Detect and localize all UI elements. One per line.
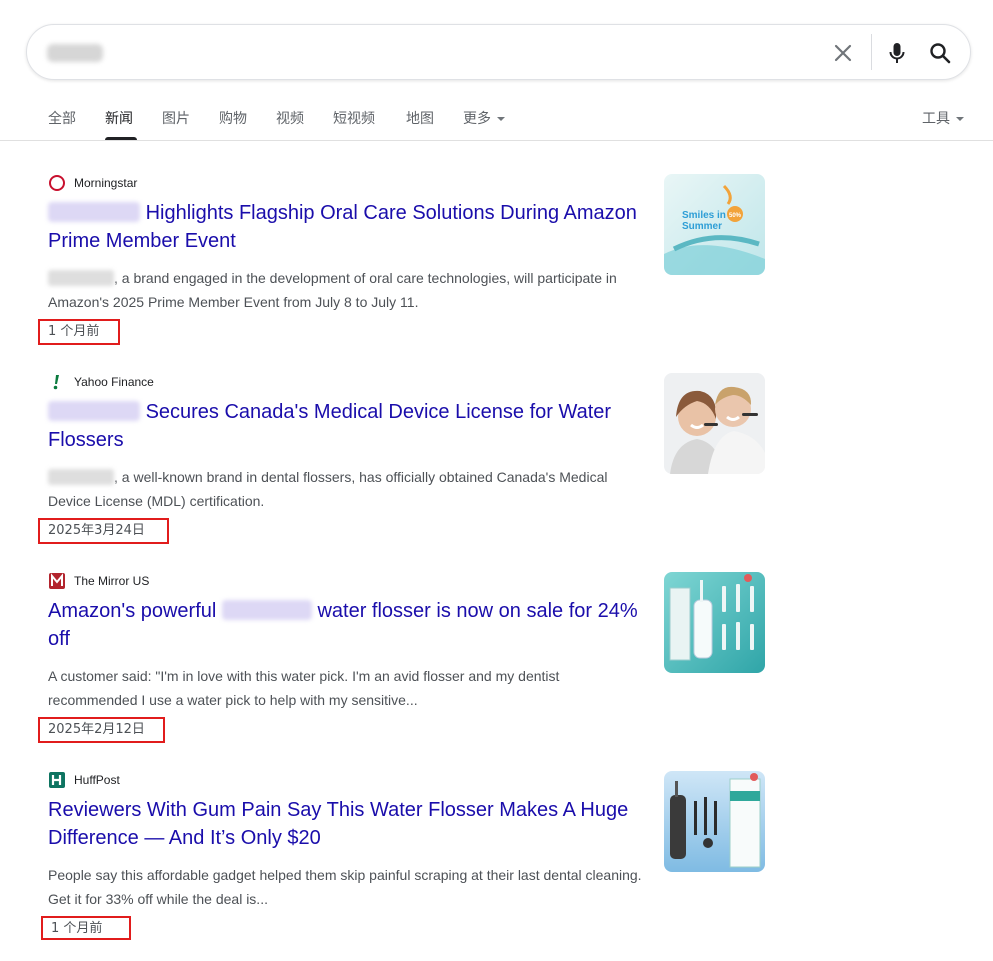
tab-short-videos[interactable]: 短视频 xyxy=(333,108,375,128)
promo-text: Summer xyxy=(682,221,722,232)
news-result: The Mirror US Amazon's powerful water fl… xyxy=(0,572,993,762)
tab-images[interactable]: 图片 xyxy=(162,108,190,128)
news-result: Yahoo Finance Secures Canada's Medical D… xyxy=(0,373,993,563)
redacted-brand xyxy=(48,202,140,222)
caret-down-icon xyxy=(956,117,964,121)
tools-label: 工具 xyxy=(922,111,950,127)
snippet-text: , a brand engaged in the development of … xyxy=(48,270,617,310)
tab-maps[interactable]: 地图 xyxy=(406,108,434,128)
result-thumbnail[interactable] xyxy=(664,373,765,474)
source-name: The Mirror US xyxy=(74,574,150,588)
search-divider xyxy=(871,34,872,70)
tab-all[interactable]: 全部 xyxy=(48,108,76,128)
result-thumbnail[interactable] xyxy=(664,572,765,673)
mirror-logo-icon xyxy=(48,572,66,590)
tab-more-label: 更多 xyxy=(463,111,491,127)
search-tabs: 全部 新闻 图片 购物 视频 短视频 地图 更多 工具 xyxy=(0,98,993,140)
redacted-brand xyxy=(221,600,312,620)
result-date: 1 个月前 xyxy=(41,916,131,940)
result-date: 2025年2月12日 xyxy=(38,717,165,743)
result-title-link[interactable]: Amazon's powerful water flosser is now o… xyxy=(48,597,648,653)
yahoo-finance-logo-icon xyxy=(48,373,66,391)
result-title-link[interactable]: Reviewers With Gum Pain Say This Water F… xyxy=(48,796,648,852)
news-result: Morningstar Highlights Flagship Oral Car… xyxy=(0,174,993,364)
morningstar-logo-icon xyxy=(48,174,66,192)
tabs-divider xyxy=(0,140,993,141)
result-snippet: , a well-known brand in dental flossers,… xyxy=(48,465,648,513)
voice-search-button[interactable] xyxy=(881,37,913,69)
search-input[interactable] xyxy=(117,35,821,71)
result-source[interactable]: Morningstar xyxy=(48,174,137,192)
source-name: HuffPost xyxy=(74,773,120,787)
snippet-text: , a well-known brand in dental flossers,… xyxy=(48,469,608,509)
smiling-couple-photo xyxy=(664,373,765,474)
source-name: Morningstar xyxy=(74,176,138,190)
result-source[interactable]: HuffPost xyxy=(48,771,120,789)
result-title-link[interactable]: Highlights Flagship Oral Care Solutions … xyxy=(48,199,648,255)
search-icon xyxy=(930,43,951,64)
result-snippet: People say this affordable gadget helped… xyxy=(48,867,642,907)
redacted-brand xyxy=(48,401,140,421)
tab-more[interactable]: 更多 xyxy=(463,108,505,128)
result-source[interactable]: The Mirror US xyxy=(48,572,149,590)
result-snippet: , a brand engaged in the development of … xyxy=(48,266,648,314)
result-date: 1 个月前 xyxy=(38,319,120,345)
result-source[interactable]: Yahoo Finance xyxy=(48,373,154,391)
huffpost-logo-icon xyxy=(48,771,66,789)
result-thumbnail[interactable] xyxy=(664,771,765,872)
water-flosser-product-image xyxy=(664,572,765,673)
result-date: 2025年3月24日 xyxy=(38,518,169,544)
search-button[interactable] xyxy=(924,37,956,69)
clear-button[interactable] xyxy=(827,37,859,69)
promo-text: Smiles in xyxy=(682,210,726,221)
source-name: Yahoo Finance xyxy=(74,375,154,389)
search-bar[interactable] xyxy=(26,24,971,80)
microphone-icon xyxy=(889,43,905,63)
redacted-query xyxy=(47,44,103,62)
tools-button[interactable]: 工具 xyxy=(922,108,964,128)
close-icon xyxy=(834,44,852,62)
tab-news[interactable]: 新闻 xyxy=(105,108,133,128)
result-thumbnail[interactable]: Smiles in Summer 50% xyxy=(664,174,765,275)
promo-badge: 50% xyxy=(729,213,742,219)
result-snippet: A customer said: "I'm in love with this … xyxy=(48,668,560,708)
title-text: Amazon's powerful xyxy=(48,600,217,622)
tab-shopping[interactable]: 购物 xyxy=(219,108,247,128)
caret-down-icon xyxy=(497,117,505,121)
result-title-link[interactable]: Secures Canada's Medical Device License … xyxy=(48,398,648,454)
redacted-brand xyxy=(48,469,114,485)
news-result: HuffPost Reviewers With Gum Pain Say Thi… xyxy=(0,771,993,961)
water-flosser-kit-image xyxy=(664,771,765,872)
redacted-brand xyxy=(48,270,114,286)
tab-videos[interactable]: 视频 xyxy=(276,108,304,128)
summer-promo-image: Smiles in Summer 50% xyxy=(664,174,765,275)
